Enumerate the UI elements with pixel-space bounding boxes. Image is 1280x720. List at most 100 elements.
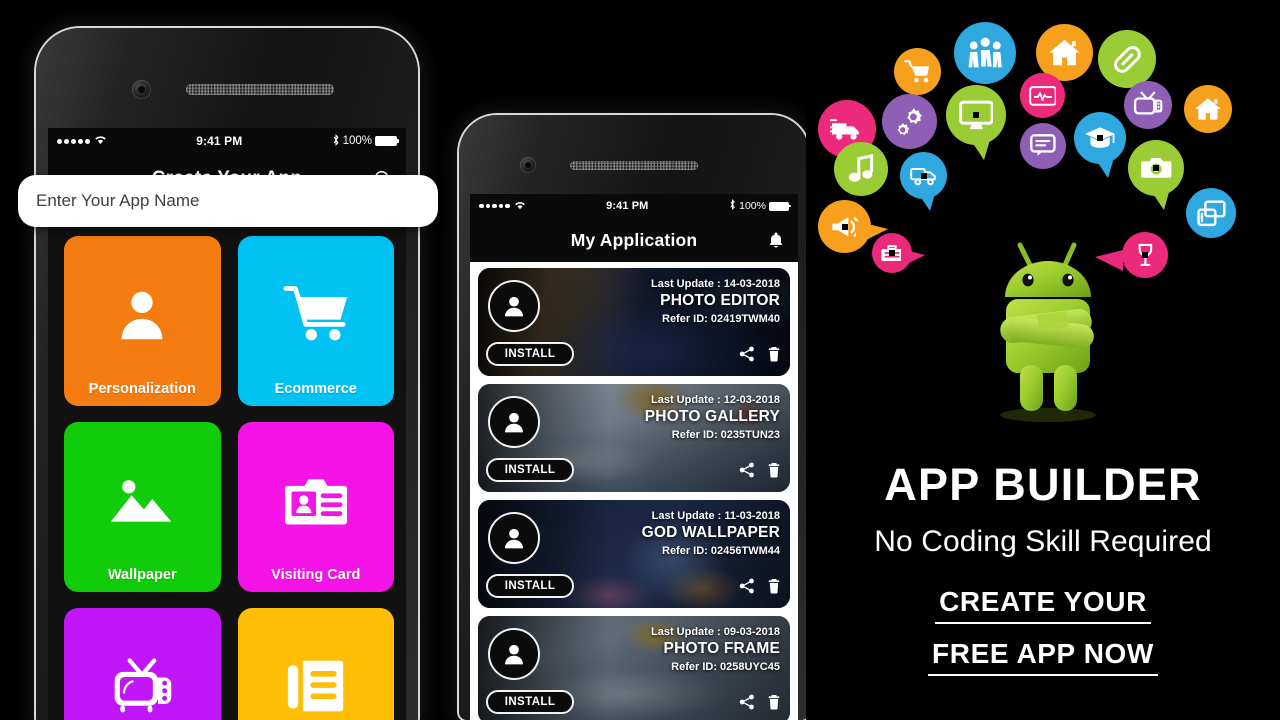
bubble-briefcase-icon — [872, 233, 925, 273]
share-icon[interactable] — [739, 578, 755, 599]
bubble-people-group-icon — [954, 22, 1016, 84]
status-left — [479, 200, 526, 213]
status-time: 9:41 PM — [196, 134, 243, 148]
tile-visiting-card[interactable]: Visiting Card — [237, 422, 395, 592]
app-name-placeholder: Enter Your App Name — [36, 191, 200, 210]
promo-headline: APP BUILDER — [884, 459, 1202, 510]
trash-icon[interactable] — [767, 694, 781, 715]
tile-label: Personalization — [88, 381, 196, 397]
card-last-update: Last Update : 09-03-2018 — [651, 626, 780, 638]
phone-mockup-right: 9:41 PM 100% My Application INSTALL Last… — [459, 115, 809, 720]
battery-percent: 100% — [739, 200, 766, 212]
install-label: INSTALL — [504, 464, 556, 476]
id-card-icon — [238, 422, 395, 567]
trash-icon[interactable] — [767, 578, 781, 599]
promo-cta-line1: CREATE YOUR — [806, 586, 1280, 624]
bubble-home-icon — [1184, 85, 1232, 133]
install-label: INSTALL — [504, 580, 556, 592]
card-last-update: Last Update : 12-03-2018 — [651, 394, 780, 406]
trash-icon[interactable] — [767, 462, 781, 483]
tile-label: Wallpaper — [107, 567, 177, 583]
bubble-graduation-cap-icon — [1074, 112, 1126, 178]
battery-full-icon — [374, 136, 399, 146]
card-text: Last Update : 12-03-2018 PHOTO GALLERY R… — [645, 394, 780, 441]
promo-banner: 9:41 PM 100% Create Your App — [0, 0, 1280, 720]
shopping-cart-icon — [238, 236, 395, 381]
install-button[interactable]: INSTALL — [486, 342, 574, 366]
card-refer-id: Refer ID: 02456TWM44 — [662, 545, 780, 557]
bubble-megaphone-icon — [818, 200, 889, 253]
bell-icon[interactable] — [764, 231, 785, 250]
promo-cta-line2: FREE APP NOW — [806, 638, 1280, 676]
card-actions — [739, 346, 781, 367]
app-card[interactable]: INSTALL Last Update : 14-03-2018 PHOTO E… — [478, 268, 790, 376]
tile-label: Ecommerce — [274, 381, 357, 397]
card-actions — [739, 578, 781, 599]
wifi-icon — [514, 200, 526, 213]
battery-percent: 100% — [342, 135, 372, 147]
tile-personalization[interactable]: Personalization — [64, 236, 221, 406]
phone-mockup-left: 9:41 PM 100% Create Your App — [36, 28, 418, 720]
avatar — [488, 280, 540, 332]
share-icon[interactable] — [739, 694, 755, 715]
card-title: GOD WALLPAPER — [641, 524, 780, 541]
bubble-wine-glass-icon — [1095, 232, 1168, 278]
signal-dots-icon — [479, 203, 510, 209]
bubble-truck-icon — [900, 152, 947, 211]
promo-subheadline: No Coding Skill Required — [874, 525, 1212, 558]
card-text: Last Update : 09-03-2018 PHOTO FRAME Ref… — [651, 626, 780, 673]
tile-wallpaper[interactable]: Wallpaper — [64, 422, 221, 592]
share-icon[interactable] — [739, 346, 755, 367]
card-title: PHOTO FRAME — [663, 640, 780, 657]
bluetooth-icon — [729, 199, 736, 213]
avatar — [488, 512, 540, 564]
wifi-icon — [94, 134, 107, 148]
phone-screen-right: 9:41 PM 100% My Application INSTALL Last… — [470, 194, 798, 720]
tile-ecommerce[interactable]: Ecommerce — [237, 236, 395, 406]
card-actions — [739, 462, 781, 483]
install-label: INSTALL — [504, 696, 556, 708]
bubble-gears-settings-icon — [882, 94, 937, 149]
battery-full-icon — [768, 201, 791, 211]
hamburger-menu-icon[interactable] — [483, 233, 504, 247]
front-camera-icon — [132, 80, 151, 99]
bubble-heart-monitor-icon — [1020, 73, 1065, 118]
app-card[interactable]: INSTALL Last Update : 11-03-2018 GOD WAL… — [478, 500, 790, 608]
bubble-capsule-pill-icon — [1098, 30, 1156, 88]
card-title: PHOTO EDITOR — [660, 292, 780, 309]
app-name-input[interactable]: Enter Your App Name — [18, 175, 438, 227]
image-mountain-icon — [64, 422, 221, 567]
person-icon — [64, 236, 221, 381]
status-bar: 9:41 PM 100% — [48, 128, 406, 154]
status-bar: 9:41 PM 100% — [470, 194, 798, 218]
install-button[interactable]: INSTALL — [486, 458, 574, 482]
card-last-update: Last Update : 11-03-2018 — [651, 510, 780, 522]
install-button[interactable]: INSTALL — [486, 690, 574, 714]
category-tile-grid: Personalization Ecommerce Wallpaper Visi… — [64, 236, 394, 720]
app-card[interactable]: INSTALL Last Update : 12-03-2018 PHOTO G… — [478, 384, 790, 492]
cta-line2-text: FREE APP NOW — [928, 638, 1158, 676]
card-text: Last Update : 11-03-2018 GOD WALLPAPER R… — [642, 510, 780, 557]
share-icon[interactable] — [739, 462, 755, 483]
tile-visiting-card-news[interactable]: Visiting Card — [237, 608, 394, 720]
install-button[interactable]: INSTALL — [486, 574, 574, 598]
earpiece-speaker — [570, 161, 698, 170]
card-title: PHOTO GALLERY — [644, 408, 780, 425]
card-text: Last Update : 14-03-2018 PHOTO EDITOR Re… — [651, 278, 780, 325]
bubble-tail — [1147, 184, 1172, 210]
app-card[interactable]: INSTALL Last Update : 09-03-2018 PHOTO F… — [478, 616, 790, 720]
bubble-tail — [900, 249, 925, 267]
install-label: INSTALL — [504, 348, 556, 360]
tile-wallpaper-tv[interactable]: Wallpaper — [64, 608, 221, 720]
bubble-monitor-screen-icon — [946, 85, 1006, 160]
bubble-tail — [966, 133, 993, 160]
earpiece-speaker — [186, 84, 334, 95]
status-left — [57, 134, 107, 148]
bluetooth-icon — [332, 133, 340, 149]
signal-dots-icon — [57, 138, 90, 144]
trash-icon[interactable] — [767, 346, 781, 367]
bubble-television-icon — [1124, 81, 1172, 129]
card-last-update: Last Update : 14-03-2018 — [651, 278, 780, 290]
bubble-screen-share-icon — [1186, 188, 1236, 238]
bubble-shopping-cart-icon — [894, 48, 941, 95]
